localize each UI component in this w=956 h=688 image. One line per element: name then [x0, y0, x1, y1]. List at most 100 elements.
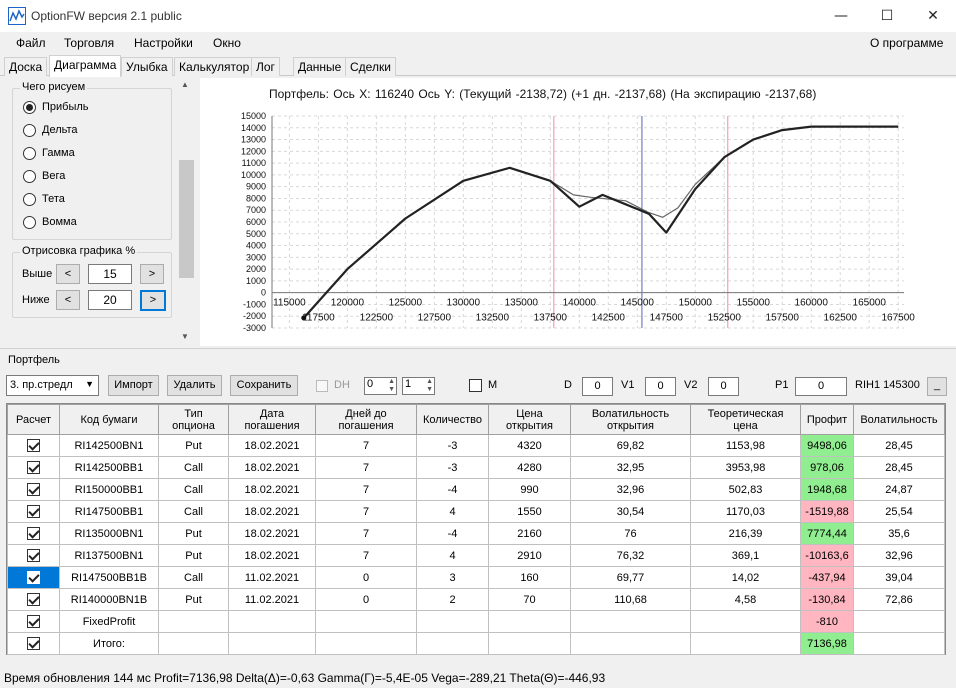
- menu-settings[interactable]: Настройки: [134, 36, 193, 50]
- cell-days[interactable]: 7: [315, 500, 417, 523]
- cell-vol_open[interactable]: 69,82: [570, 434, 691, 457]
- table-row[interactable]: RI142500BN1 Put 18.02.2021 7 -3 4320 69,82 1153…: [7, 434, 945, 457]
- cell-qty[interactable]: -4: [416, 522, 489, 545]
- cell-vol[interactable]: 28,45: [853, 456, 945, 479]
- profit-chart[interactable]: 1500014000130001200011000100009000800070…: [200, 78, 956, 346]
- cell-date[interactable]: [228, 610, 316, 633]
- cell-code[interactable]: RI137500BN1: [59, 544, 159, 567]
- column-header[interactable]: Профит: [800, 404, 854, 435]
- calc-checkbox-cell[interactable]: [7, 456, 60, 479]
- menu-trading[interactable]: Торговля: [64, 36, 114, 50]
- cell-vol_open[interactable]: [570, 632, 691, 655]
- below-increase-button[interactable]: >: [140, 290, 166, 311]
- cell-code[interactable]: RI135000BN1: [59, 522, 159, 545]
- spin1-field[interactable]: 0 ▲ ▼: [364, 377, 397, 395]
- cell-qty[interactable]: 3: [416, 566, 489, 589]
- cell-vol[interactable]: 72,86: [853, 588, 945, 611]
- cell-days[interactable]: 0: [315, 566, 417, 589]
- table-row[interactable]: RI142500BB1 Call 18.02.2021 7 -3 4280 32,95 395…: [7, 456, 945, 479]
- maximize-button[interactable]: ☐: [864, 0, 910, 32]
- cell-type[interactable]: Put: [158, 544, 229, 567]
- cell-date[interactable]: 18.02.2021: [228, 544, 316, 567]
- calc-checkbox[interactable]: [27, 615, 40, 628]
- radio-theta[interactable]: [23, 193, 36, 206]
- cell-price[interactable]: 160: [488, 566, 571, 589]
- cell-type[interactable]: Put: [158, 588, 229, 611]
- cell-date[interactable]: 11.02.2021: [228, 566, 316, 589]
- column-header[interactable]: Дата погашения: [228, 404, 316, 435]
- cell-qty[interactable]: 4: [416, 544, 489, 567]
- minimize-button[interactable]: —: [818, 0, 864, 32]
- cell-profit[interactable]: 9498,06: [800, 434, 854, 457]
- cell-theor[interactable]: 1170,03: [690, 500, 801, 523]
- delete-button[interactable]: Удалить: [167, 375, 222, 396]
- tab-diagram[interactable]: Диаграмма: [49, 55, 122, 77]
- cell-days[interactable]: 0: [315, 588, 417, 611]
- cell-qty[interactable]: -3: [416, 456, 489, 479]
- p1-field[interactable]: 0: [795, 377, 847, 396]
- left-panel-scrollbar[interactable]: ▲ ▼: [179, 80, 194, 342]
- cell-date[interactable]: 18.02.2021: [228, 500, 316, 523]
- m-checkbox[interactable]: [469, 379, 482, 392]
- cell-price[interactable]: 2160: [488, 522, 571, 545]
- calc-checkbox[interactable]: [27, 593, 40, 606]
- cell-price[interactable]: [488, 610, 571, 633]
- cell-type[interactable]: Call: [158, 478, 229, 501]
- cell-vol[interactable]: 28,45: [853, 434, 945, 457]
- cell-price[interactable]: 4280: [488, 456, 571, 479]
- cell-code[interactable]: RI140000BN1B: [59, 588, 159, 611]
- table-row[interactable]: RI135000BN1 Put 18.02.2021 7 -4 2160 76 216,39 7…: [7, 522, 945, 545]
- cell-days[interactable]: 7: [315, 456, 417, 479]
- column-header[interactable]: Цена открытия: [488, 404, 571, 435]
- spin1-arrows-icon[interactable]: ▲ ▼: [388, 378, 395, 394]
- cell-days[interactable]: 7: [315, 434, 417, 457]
- cell-date[interactable]: 11.02.2021: [228, 588, 316, 611]
- cell-type[interactable]: Call: [158, 500, 229, 523]
- calc-checkbox[interactable]: [27, 505, 40, 518]
- scroll-up-icon[interactable]: ▲: [181, 80, 189, 89]
- cell-price[interactable]: 4320: [488, 434, 571, 457]
- cell-price[interactable]: 2910: [488, 544, 571, 567]
- cell-vol[interactable]: [853, 632, 945, 655]
- cell-profit[interactable]: -810: [800, 610, 854, 633]
- calc-checkbox[interactable]: [27, 527, 40, 540]
- calc-checkbox-cell[interactable]: [7, 610, 60, 633]
- calc-checkbox-cell[interactable]: [7, 588, 60, 611]
- cell-theor[interactable]: 3953,98: [690, 456, 801, 479]
- cell-days[interactable]: 7: [315, 478, 417, 501]
- cell-qty[interactable]: 4: [416, 500, 489, 523]
- spin2-arrows-icon[interactable]: ▲ ▼: [426, 378, 433, 394]
- cell-profit[interactable]: 1948,68: [800, 478, 854, 501]
- cell-vol_open[interactable]: [570, 610, 691, 633]
- column-header[interactable]: Тип опциона: [158, 404, 229, 435]
- column-header[interactable]: Волатильность: [853, 404, 945, 435]
- radio-delta[interactable]: [23, 124, 36, 137]
- cell-date[interactable]: [228, 632, 316, 655]
- cell-vol_open[interactable]: 32,95: [570, 456, 691, 479]
- cell-price[interactable]: 70: [488, 588, 571, 611]
- import-button[interactable]: Импорт: [108, 375, 159, 396]
- calc-checkbox[interactable]: [27, 637, 40, 650]
- cell-vol[interactable]: 35,6: [853, 522, 945, 545]
- cell-theor[interactable]: 1153,98: [690, 434, 801, 457]
- scrollbar-thumb[interactable]: [179, 160, 194, 278]
- cell-qty[interactable]: -3: [416, 434, 489, 457]
- cell-vol[interactable]: 25,54: [853, 500, 945, 523]
- close-button[interactable]: ✕: [910, 0, 956, 32]
- scroll-down-icon[interactable]: ▼: [181, 332, 189, 341]
- column-header[interactable]: Расчет: [7, 404, 60, 435]
- table-row[interactable]: RI140000BN1B Put 11.02.2021 0 2 70 110,68 4,58-…: [7, 588, 945, 611]
- calc-checkbox[interactable]: [27, 571, 40, 584]
- cell-theor[interactable]: [690, 632, 801, 655]
- more-button[interactable]: _: [927, 377, 947, 396]
- cell-date[interactable]: 18.02.2021: [228, 522, 316, 545]
- cell-profit[interactable]: 7774,44: [800, 522, 854, 545]
- table-row[interactable]: RI147500BB1B Call 11.02.2021 0 3 160 69,77 14,0…: [7, 566, 945, 589]
- portfolio-select[interactable]: 3. пр.стредл ▼: [6, 375, 99, 396]
- cell-theor[interactable]: 4,58: [690, 588, 801, 611]
- column-header[interactable]: Код бумаги: [59, 404, 159, 435]
- tab-board[interactable]: Доска: [4, 57, 48, 76]
- cell-theor[interactable]: 369,1: [690, 544, 801, 567]
- cell-code[interactable]: RI142500BN1: [59, 434, 159, 457]
- above-value-field[interactable]: 15: [88, 264, 132, 284]
